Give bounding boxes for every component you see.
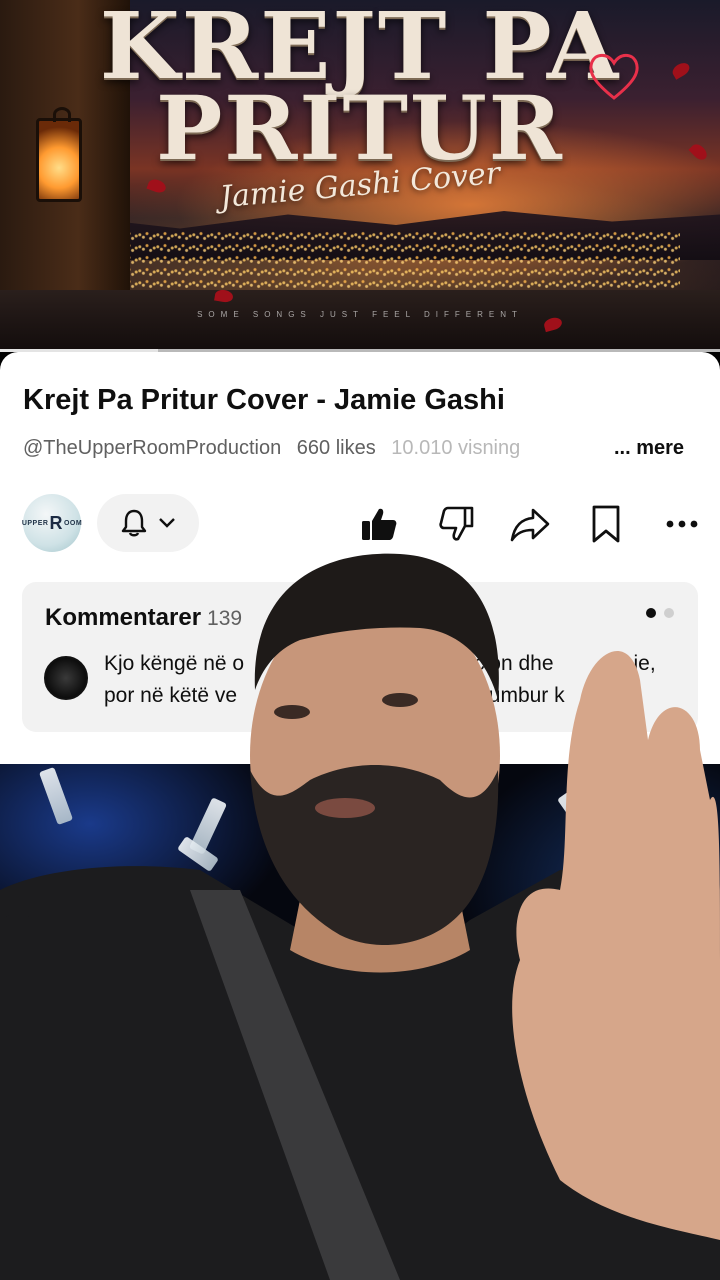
view-count: 10.010 visning: [391, 437, 521, 459]
thumbs-down-icon: [439, 506, 474, 541]
thumbnail-balcony: [0, 290, 720, 352]
presenter-figure: [0, 553, 720, 1280]
share-icon: [510, 508, 550, 542]
avatar-text-room: OOM: [63, 519, 83, 527]
avatar-mark: R: [49, 512, 63, 533]
thumbnail-tagline: SOME SONGS JUST FEEL DIFFERENT: [197, 310, 523, 319]
chevron-down-icon: [159, 518, 175, 528]
thumbs-up-icon: [362, 508, 397, 540]
bookmark-icon: [592, 505, 620, 543]
channel-handle[interactable]: @TheUpperRoomProduction: [23, 437, 281, 459]
like-count: 660 likes: [296, 437, 376, 459]
video-thumbnail[interactable]: KREJT PA PRITUR Jamie Gashi Cover SOME S…: [0, 0, 720, 352]
more-horizontal-icon: [666, 520, 698, 528]
heart-icon: [589, 53, 639, 100]
video-meta[interactable]: @TheUpperRoomProduction 660 likes 10.010…: [23, 437, 703, 460]
avatar-text-upper: UPPER: [21, 519, 49, 527]
video-progress-bar[interactable]: [0, 349, 720, 352]
video-title[interactable]: Krejt Pa Pritur Cover - Jamie Gashi: [23, 384, 505, 417]
progress-fill: [0, 349, 159, 352]
more-link[interactable]: ... mere: [612, 437, 685, 460]
bell-icon: [121, 509, 147, 537]
